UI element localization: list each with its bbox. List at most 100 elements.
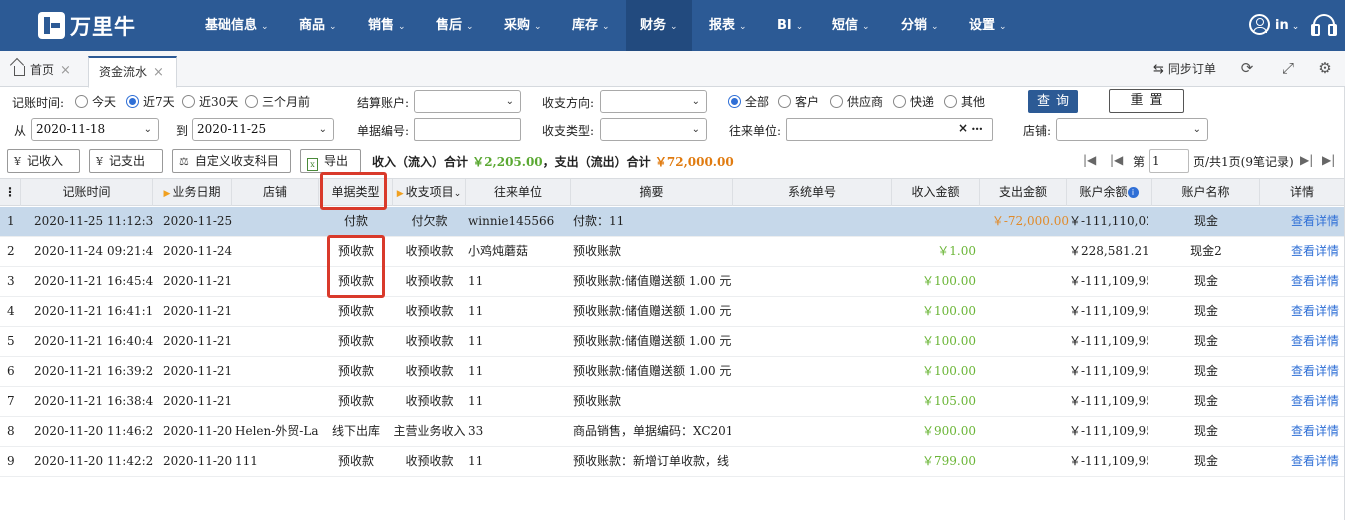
column-header-11[interactable]: 账户名称 (1152, 179, 1260, 206)
table-row[interactable]: 4 2020-11-21 16:41:18 2020-11-21 预收款 收预收款 11 预… (0, 297, 1345, 327)
sort-icon[interactable]: ▶ (397, 189, 404, 199)
table-row[interactable]: 6 2020-11-21 16:39:25 2020-11-21 预收款 收预收款 11 预… (0, 357, 1345, 387)
column-header-8[interactable]: 收入金额 (892, 179, 980, 206)
export-button[interactable]: x 导出 (300, 149, 361, 173)
column-header-5[interactable]: 往来单位 (466, 179, 571, 206)
date-option-2[interactable]: 近30天 (182, 93, 238, 110)
column-header-6[interactable]: 摘要 (571, 179, 733, 206)
sync-orders-button[interactable]: ⇆ 同步订单 (1153, 51, 1216, 87)
date-option-3[interactable]: 三个月前 (245, 93, 310, 110)
date-to-select[interactable]: 2020-11-25 ⌄ (192, 118, 334, 141)
cell-detail-link[interactable]: 查看详情 (1280, 297, 1345, 326)
nav-item-2[interactable]: 销售 ⌄ (368, 0, 406, 51)
next-page-icon[interactable]: ▶| (1300, 153, 1313, 167)
category-select[interactable]: ⌄ (600, 118, 707, 141)
party-option-0[interactable]: 全部 (728, 93, 769, 110)
record-income-button[interactable]: ¥ 记收入 (7, 149, 80, 173)
custom-subjects-button[interactable]: ⚖ 自定义收支科目 (172, 149, 291, 173)
table-row[interactable]: 7 2020-11-21 16:38:41 2020-11-21 预收款 收预收款 11 预… (0, 387, 1345, 417)
table-row[interactable]: 3 2020-11-21 16:45:45 2020-11-21 预收款 收预收款 11 预… (0, 267, 1345, 297)
bill-no-input[interactable] (414, 118, 521, 141)
cell-detail-link[interactable]: 查看详情 (1280, 387, 1345, 416)
cell-income (892, 207, 976, 236)
cell-income: ￥100.00 (922, 334, 976, 348)
column-header-4[interactable]: ▶ 收支项目⌄ (393, 179, 466, 206)
column-header-10[interactable]: 账户余额 i (1067, 179, 1152, 206)
nav-item-label: 设置 (969, 18, 996, 33)
nav-item-3[interactable]: 售后 ⌄ (436, 0, 474, 51)
cell-detail-link[interactable]: 查看详情 (1280, 447, 1345, 476)
page-number-input[interactable]: 1 (1149, 149, 1189, 173)
cell-party: 33 (468, 424, 484, 438)
party-option-3[interactable]: 快递 (893, 93, 934, 110)
nav-item-0[interactable]: 基础信息 ⌄ (205, 0, 269, 51)
cell-detail-link[interactable]: 查看详情 (1280, 417, 1345, 446)
shop-select[interactable]: ⌄ (1056, 118, 1208, 141)
account-select[interactable]: ⌄ (414, 90, 521, 113)
table-row[interactable]: 1 2020-11-25 11:12:32 2020-11-25 付款 付欠款 winni… (0, 207, 1345, 237)
clear-icon[interactable]: × (958, 121, 968, 135)
column-header-2[interactable]: 店铺 (232, 179, 319, 206)
settings-icon[interactable]: ⚙ (1316, 59, 1334, 77)
chevron-down-icon: ⌄ (505, 96, 514, 107)
query-button[interactable]: 查询 (1028, 90, 1078, 113)
table-row[interactable]: 5 2020-11-21 16:40:42 2020-11-21 预收款 收预收款 11 预… (0, 327, 1345, 357)
tab-fund-flow[interactable]: 资金流水 × (88, 56, 177, 88)
direction-select[interactable]: ⌄ (600, 90, 707, 113)
cell-detail-link[interactable]: 查看详情 (1280, 327, 1345, 356)
table-row[interactable]: 9 2020-11-20 11:42:23 2020-11-20 111 预收款 收预收款… (0, 447, 1345, 477)
nav-item-9[interactable]: 短信 ⌄ (832, 0, 870, 51)
counterparty-input[interactable]: × ••• (786, 118, 993, 141)
party-option-4[interactable]: 其他 (944, 93, 985, 110)
date-option-1[interactable]: 近7天 (126, 93, 175, 110)
party-option-2[interactable]: 供应商 (830, 93, 883, 110)
user-menu[interactable]: in ⌄ (1275, 0, 1299, 51)
cell-party: 11 (468, 334, 484, 348)
reset-button[interactable]: 重置 (1109, 89, 1184, 113)
cell-detail-link[interactable]: 查看详情 (1280, 207, 1345, 236)
date-option-0[interactable]: 今天 (75, 93, 116, 110)
record-expense-button[interactable]: ¥ 记支出 (89, 149, 163, 173)
first-page-icon[interactable]: |◀ (1083, 153, 1096, 167)
last-page-icon[interactable]: ▶| (1322, 153, 1335, 167)
nav-item-7[interactable]: 报表 ⌄ (709, 0, 747, 51)
nav-item-10[interactable]: 分销 ⌄ (901, 0, 939, 51)
date-option-label: 三个月前 (262, 95, 311, 109)
column-header-0[interactable]: 记账时间 (21, 179, 153, 206)
sort-icon[interactable]: ▶ (164, 189, 171, 199)
cell-detail-link[interactable]: 查看详情 (1280, 267, 1345, 296)
column-header-7[interactable]: 系统单号 (733, 179, 892, 206)
party-option-1[interactable]: 客户 (778, 93, 819, 110)
table-row[interactable]: 2 2020-11-24 09:21:42 2020-11-24 预收款 收预收款 小鸡炖… (0, 237, 1345, 267)
date-from-select[interactable]: 2020-11-18 ⌄ (31, 118, 159, 141)
close-icon[interactable]: × (153, 65, 164, 80)
cell-detail-link[interactable]: 查看详情 (1280, 357, 1345, 386)
income-summary-label: 收入（流入）合计 (372, 155, 469, 169)
user-avatar-icon[interactable] (1249, 14, 1270, 35)
column-header-1[interactable]: ▶ 业务日期 (153, 179, 232, 206)
nav-item-1[interactable]: 商品 ⌄ (299, 0, 337, 51)
refresh-icon[interactable]: ⟳ (1238, 59, 1256, 77)
column-menu-icon[interactable]: ⋮ (0, 179, 21, 206)
nav-item-4[interactable]: 采购 ⌄ (504, 0, 542, 51)
cell-detail-link[interactable]: 查看详情 (1280, 237, 1345, 266)
column-header-12[interactable]: 详情 (1260, 179, 1345, 206)
nav-item-5[interactable]: 库存 ⌄ (572, 0, 610, 51)
nav-item-8[interactable]: BI ⌄ (777, 0, 803, 51)
logo-text: 万里牛 (70, 14, 136, 39)
cell-expense (980, 357, 1069, 386)
customer-service-icon[interactable] (1311, 14, 1337, 36)
logo[interactable]: 万里牛 (38, 12, 136, 39)
fullscreen-icon[interactable]: ⤢ (1279, 59, 1297, 77)
cell-account: 现金 (1193, 454, 1218, 468)
nav-item-11[interactable]: 设置 ⌄ (969, 0, 1007, 51)
cell-account: 现金 (1193, 394, 1218, 408)
tab-home[interactable]: 首页 × (4, 56, 82, 87)
more-icon[interactable]: ••• (971, 120, 983, 140)
nav-item-6[interactable]: 财务 ⌄ (626, 0, 692, 51)
column-header-9[interactable]: 支出金额 (980, 179, 1067, 206)
totals-summary: 收入（流入）合计 ￥2,205.00，支出（流出）合计 ￥72,000.00 (372, 153, 734, 170)
table-row[interactable]: 8 2020-11-20 11:46:25 2020-11-20 Helen-外贸-L… (0, 417, 1345, 447)
prev-page-icon[interactable]: |◀ (1110, 153, 1123, 167)
close-icon[interactable]: × (60, 63, 71, 78)
